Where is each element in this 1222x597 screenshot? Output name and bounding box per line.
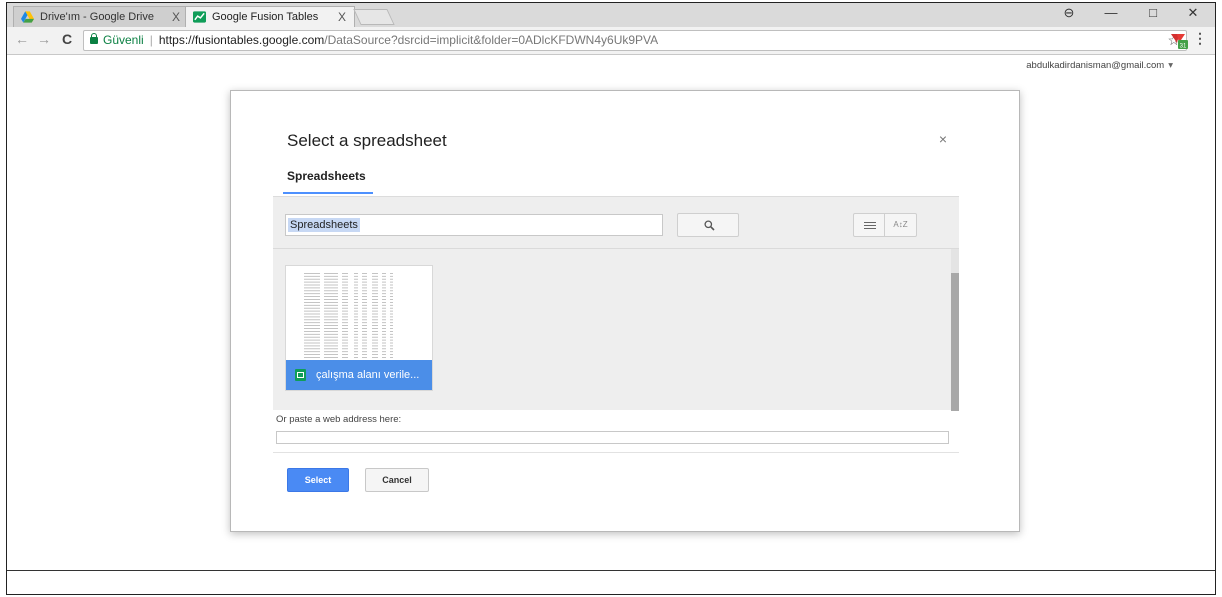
tab-fusion-tables[interactable]: Google Fusion Tables X	[185, 6, 355, 27]
tab-title: Google Fusion Tables	[212, 11, 319, 23]
tab-underline	[283, 192, 373, 194]
scrollbar[interactable]	[951, 249, 959, 411]
secure-label: Güvenli	[103, 33, 144, 47]
tab-close-icon[interactable]: X	[338, 7, 346, 28]
tab-strip: Drive'ım - Google Drive X Google Fusion …	[7, 3, 1215, 27]
select-spreadsheet-dialog: Select a spreadsheet × Spreadsheets Spre…	[230, 90, 1020, 532]
restore-button[interactable]: □	[1133, 3, 1173, 25]
forward-arrow-icon[interactable]: →	[37, 31, 51, 47]
search-input[interactable]: Spreadsheets	[285, 214, 663, 236]
search-icon	[704, 220, 715, 231]
search-value: Spreadsheets	[288, 218, 360, 232]
sort-button[interactable]: A↕Z	[885, 213, 917, 237]
paste-url-input[interactable]	[276, 431, 949, 444]
paste-url-label: Or paste a web address here:	[276, 414, 402, 425]
spreadsheet-thumbnail	[304, 273, 393, 358]
list-view-button[interactable]	[853, 213, 885, 237]
address-bar[interactable]: Güvenli | https://fusiontables.google.com/…	[83, 30, 1187, 51]
account-email: abdulkadirdanisman@gmail.com	[1026, 60, 1165, 71]
divider	[273, 248, 959, 249]
sheets-icon	[295, 369, 306, 381]
fusion-tables-icon	[193, 11, 206, 23]
close-window-button[interactable]: ✕	[1173, 3, 1213, 25]
browser-menu-icon[interactable]: ⋮	[1193, 30, 1207, 47]
select-button[interactable]: Select	[287, 468, 349, 492]
profile-icon[interactable]: ⊖	[1049, 3, 1089, 25]
reload-icon[interactable]: C	[62, 31, 72, 47]
close-icon[interactable]: ×	[939, 131, 947, 147]
url-host: https://fusiontables.google.com	[158, 33, 325, 47]
tab-close-icon[interactable]: X	[172, 7, 180, 28]
tab-title: Drive'ım - Google Drive	[40, 11, 154, 23]
file-name: çalışma alanı verile...	[316, 369, 420, 381]
page-bottom-divider	[7, 570, 1215, 571]
tab-spreadsheets[interactable]: Spreadsheets	[287, 169, 366, 183]
url-text: https://fusiontables.google.com/DataSour…	[159, 33, 658, 47]
google-drive-icon	[21, 11, 34, 23]
back-arrow-icon[interactable]: ←	[15, 31, 29, 47]
browser-toolbar: ← → C Güvenli | https://fusiontables.googl…	[7, 27, 1215, 55]
extension-badge: 31	[1180, 44, 1187, 50]
url-path: /DataSource?dsrcid=implicit&folder=0ADlc…	[324, 33, 659, 47]
minimize-button[interactable]: —	[1091, 3, 1131, 25]
extension-icon[interactable]: 31	[1169, 31, 1189, 51]
file-item[interactable]: çalışma alanı verile...	[285, 265, 433, 391]
sort-az-icon: A↕Z	[893, 220, 908, 229]
scroll-thumb[interactable]	[951, 273, 959, 411]
account-switcher[interactable]: abdulkadirdanisman@gmail.com ▾	[1026, 60, 1173, 71]
new-tab-button[interactable]	[353, 9, 395, 25]
address-separator: |	[149, 33, 153, 47]
chevron-down-icon: ▾	[1168, 60, 1173, 71]
divider	[273, 452, 959, 453]
list-view-icon	[864, 222, 876, 229]
browser-window: Drive'ım - Google Drive X Google Fusion …	[6, 2, 1216, 595]
lock-icon	[90, 33, 98, 44]
dialog-title: Select a spreadsheet	[287, 131, 447, 150]
search-button[interactable]	[677, 213, 739, 237]
file-name-bar: çalışma alanı verile...	[286, 360, 432, 390]
cancel-button[interactable]: Cancel	[365, 468, 429, 492]
tab-google-drive[interactable]: Drive'ım - Google Drive X	[13, 6, 189, 27]
file-browser: Spreadsheets A↕Z çalışma alanı verile...	[273, 196, 959, 411]
